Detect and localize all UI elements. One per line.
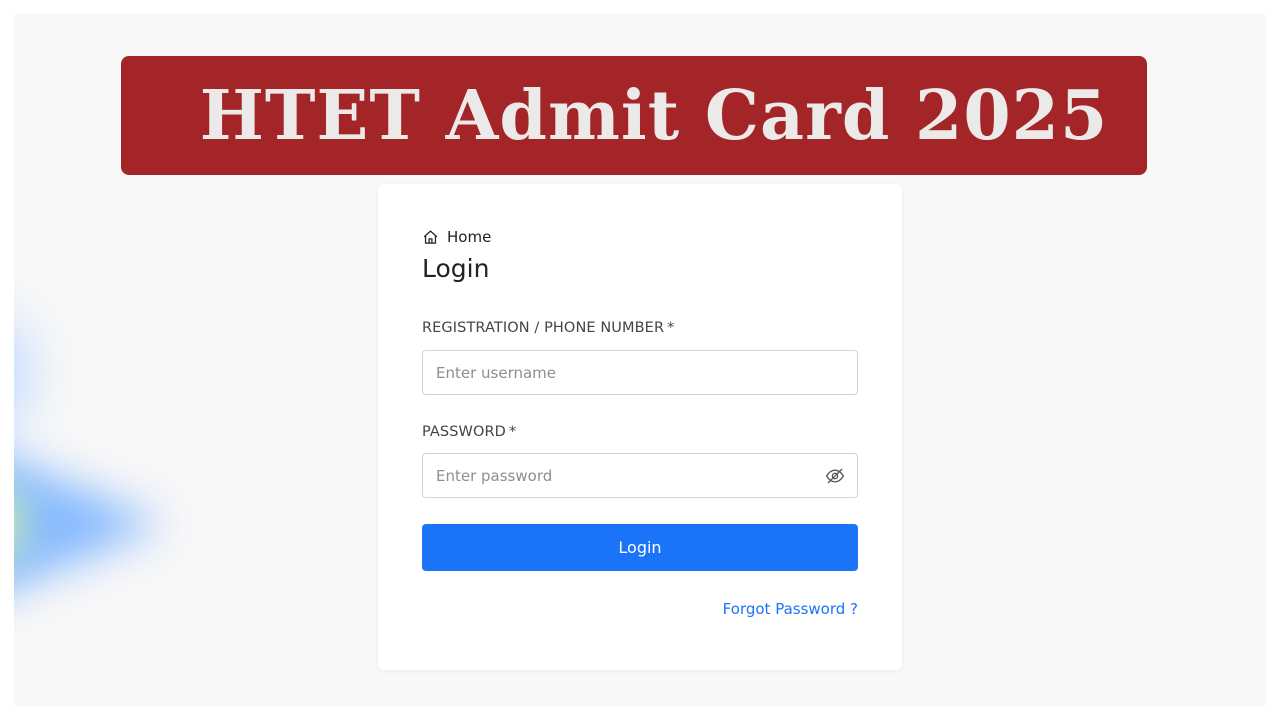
login-card: Home Login REGISTRATION / PHONE NUMBER * … [378,184,902,670]
username-field-box[interactable] [422,350,858,395]
required-mark: * [667,320,675,336]
password-label-text: PASSWORD [422,424,506,440]
username-label: REGISTRATION / PHONE NUMBER * [422,320,674,336]
password-label: PASSWORD * [422,424,516,440]
banner-title: HTET Admit Card 2025 [199,75,1109,156]
password-input[interactable] [423,454,796,497]
username-input[interactable] [423,351,796,394]
page-title: Login [422,254,490,283]
title-banner: HTET Admit Card 2025 [121,56,1147,175]
breadcrumb-home-link[interactable]: Home [447,228,491,246]
login-button[interactable]: Login [422,524,858,571]
decorative-arrow-blur [14,414,164,634]
eye-slash-icon[interactable] [825,466,845,486]
required-mark: * [508,424,517,440]
username-label-text: REGISTRATION / PHONE NUMBER [422,320,665,336]
password-field-box[interactable] [422,453,858,498]
forgot-password-link[interactable]: Forgot Password ? [723,600,858,618]
home-icon[interactable] [422,229,439,246]
breadcrumb[interactable]: Home [422,228,491,246]
